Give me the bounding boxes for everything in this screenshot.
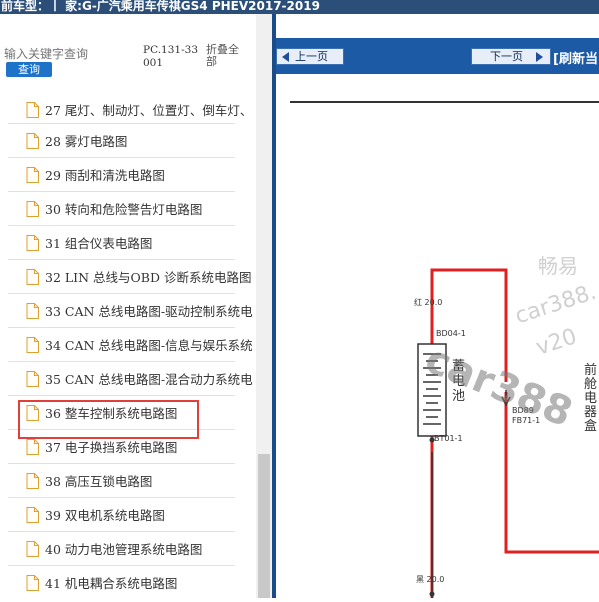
tree-item[interactable]: 40 动力电池管理系统电路图 xyxy=(8,532,235,566)
document-icon xyxy=(26,438,39,455)
document-icon xyxy=(26,268,39,285)
connector-bd04-label: BD04-1 xyxy=(436,329,466,338)
next-page-button[interactable]: 下一页 xyxy=(471,48,551,65)
tree-item[interactable]: 39 双电机系统电路图 xyxy=(8,498,235,532)
document-icon xyxy=(26,101,39,118)
selected-item-highlight xyxy=(18,400,199,439)
tree-item[interactable]: 35 CAN 总线电路图-混合动力系统电 xyxy=(8,362,253,396)
tree-item-label: 27 尾灯、制动灯、位置灯、倒车灯、 xyxy=(45,103,253,118)
document-icon xyxy=(26,166,39,183)
search-button[interactable]: 查询 xyxy=(6,62,52,77)
next-page-label: 下一页 xyxy=(490,50,523,63)
tree-item[interactable]: 41 机电耦合系统电路图 xyxy=(8,566,235,598)
document-icon xyxy=(26,234,39,251)
document-icon xyxy=(26,132,39,149)
document-icon xyxy=(26,370,39,387)
document-icon xyxy=(26,336,39,353)
search-area: 查询 PC.131-33001 折叠全部 xyxy=(0,14,256,84)
tree-item[interactable]: 38 高压互锁电路图 xyxy=(8,464,235,498)
tree-item-label: 34 CAN 总线电路图-信息与娱乐系统 xyxy=(45,338,253,353)
ground-terminal-dot xyxy=(429,591,435,597)
tree-item-label: 37 电子换挡系统电路图 xyxy=(45,440,178,455)
tree-item-label: 40 动力电池管理系统电路图 xyxy=(45,542,203,557)
tree-item[interactable]: 28 雾灯电路图 xyxy=(8,124,235,158)
fuse-box-label: 前舱电器盒 xyxy=(584,363,598,434)
tree-item[interactable]: 33 CAN 总线电路图-驱动控制系统电 xyxy=(8,294,253,328)
document-icon xyxy=(26,506,39,523)
document-icon xyxy=(26,200,39,217)
prev-page-button[interactable]: 上一页 xyxy=(276,48,344,65)
watermark-cn: 畅易 xyxy=(538,254,578,278)
prev-page-label: 上一页 xyxy=(295,50,328,63)
tree-item-label: 30 转向和危险警告灯电路图 xyxy=(45,202,203,217)
tree-item[interactable]: 29 雨刮和清洗电路图 xyxy=(8,158,235,192)
scrollbar-thumb[interactable] xyxy=(258,454,270,598)
window-title: 前车型：丨 家:G-广汽乘用车传祺GS4 PHEV2017-2019 xyxy=(0,0,599,14)
tree-item-label: 39 双电机系统电路图 xyxy=(45,508,165,523)
viewer-toolbar: 上一页 下一页 [刷新当 xyxy=(276,38,599,74)
tree-item[interactable]: 32 LIN 总线与OBD 诊断系统电路图 xyxy=(8,260,251,294)
document-icon xyxy=(26,574,39,591)
wire-black-label: 黑 20.0 xyxy=(416,575,445,584)
document-icon xyxy=(26,540,39,557)
tree-item[interactable]: 31 组合仪表电路图 xyxy=(8,226,235,260)
tree-item[interactable]: 34 CAN 总线电路图-信息与娱乐系统 xyxy=(8,328,253,362)
tree-item[interactable]: 30 转向和危险警告灯电路图 xyxy=(8,192,235,226)
document-viewer: 上一页 下一页 [刷新当 红 20.0 BD04-1 蓄电池 BT01-1 黑 … xyxy=(272,14,599,602)
tree-item-label: 41 机电耦合系统电路图 xyxy=(45,576,178,591)
document-icon xyxy=(26,472,39,489)
connector-bt01-label: BT01-1 xyxy=(434,434,463,443)
tree-item-label: 31 组合仪表电路图 xyxy=(45,236,153,251)
tree-list: 27 尾灯、制动灯、位置灯、倒车灯、 28 雾灯电路图 29 雨刮和清洗电路图 30 … xyxy=(0,96,256,598)
tree-item-label: 35 CAN 总线电路图-混合动力系统电 xyxy=(45,372,253,387)
arrow-left-icon xyxy=(282,52,289,62)
search-input[interactable] xyxy=(4,45,136,63)
wire-red-label: 红 20.0 xyxy=(414,298,443,307)
collapse-all-link[interactable]: 折叠全部 xyxy=(206,44,246,68)
tree-item-label: 32 LIN 总线与OBD 诊断系统电路图 xyxy=(45,270,252,285)
document-icon xyxy=(26,302,39,319)
document-code: PC.131-33001 xyxy=(143,44,199,69)
tree-item-label: 38 高压互锁电路图 xyxy=(45,474,153,489)
sidebar: 查询 PC.131-33001 折叠全部 27 尾灯、制动灯、位置灯、倒车灯、2… xyxy=(0,14,272,598)
tree-item-label: 28 雾灯电路图 xyxy=(45,134,128,149)
circuit-diagram: 红 20.0 BD04-1 蓄电池 BT01-1 黑 20.0 BD89 FB7… xyxy=(276,74,599,602)
tree-item-label: 33 CAN 总线电路图-驱动控制系统电 xyxy=(45,304,253,319)
sidebar-scrollbar[interactable] xyxy=(256,14,272,598)
tree-item-label: 29 雨刮和清洗电路图 xyxy=(45,168,165,183)
refresh-link[interactable]: [刷新当 xyxy=(553,48,598,67)
tree-item[interactable]: 27 尾灯、制动灯、位置灯、倒车灯、 xyxy=(8,96,252,124)
arrow-right-icon xyxy=(536,52,543,62)
